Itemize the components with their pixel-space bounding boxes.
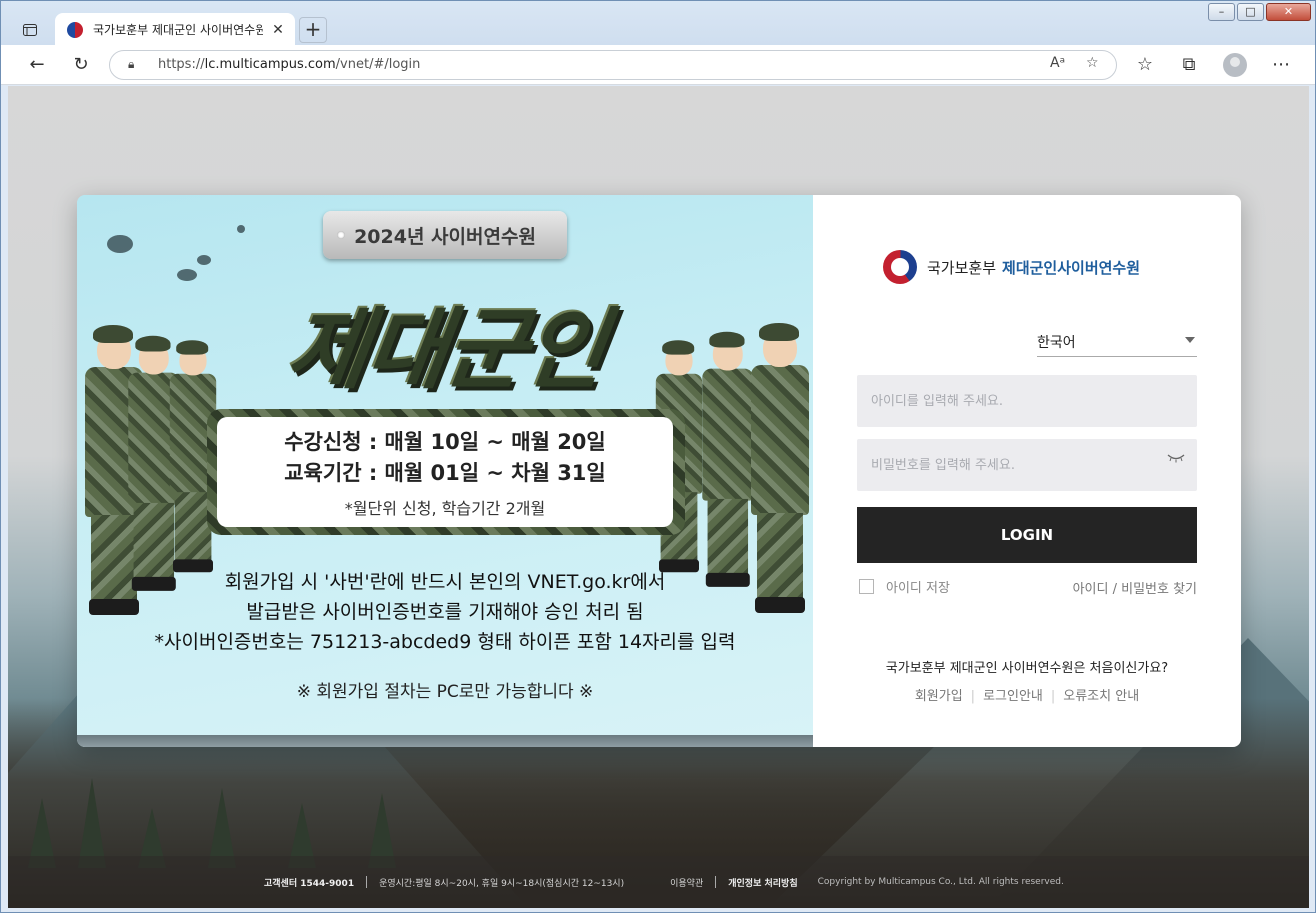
year-badge: 2024년 사이버연수원 [323, 211, 567, 259]
window-controls: – □ ✕ [1206, 3, 1311, 23]
remember-id[interactable]: 아이디 저장 [859, 577, 950, 596]
login-panel: 국가보훈부 제대군인사이버연수원 한국어 LOGIN [813, 195, 1241, 747]
schedule-note: *월단위 신청, 학습기간 2개월 [344, 499, 546, 518]
footer-divider [366, 876, 368, 888]
url-prefix: https:// [158, 57, 205, 72]
language-select[interactable]: 한국어 [1037, 329, 1197, 357]
minimize-button[interactable]: – [1208, 3, 1235, 21]
browser-window: 국가보훈부 제대군인 사이버연수원 ✕ + – □ ✕ ← ↻ 🔒︎ https… [0, 0, 1316, 913]
language-value: 한국어 [1037, 335, 1076, 351]
footer-divider [715, 876, 717, 888]
help-links: 회원가입 | 로그인안내 | 오류조치 안내 [813, 685, 1241, 704]
back-icon[interactable]: ← [23, 53, 51, 77]
new-tab-button[interactable]: + [299, 17, 327, 43]
lock-icon: 🔒︎ [128, 57, 135, 71]
banner-bottom-strip [77, 735, 813, 747]
signup-link[interactable]: 회원가입 [915, 685, 963, 704]
taegeuk-logo-icon [883, 250, 917, 284]
page-viewport: 2024년 사이버연수원 제대군인 수강신청 : 매월 10일 ~ 매월 20일… [8, 86, 1309, 908]
signup-notice: 회원가입 시 '사번'란에 반드시 본인의 VNET.go.kr에서 발급받은 … [117, 567, 773, 657]
password-input[interactable] [857, 439, 1197, 491]
eye-closed-icon[interactable] [1167, 453, 1185, 463]
terms-link[interactable]: 이용약관 [670, 876, 703, 889]
browser-tab[interactable]: 국가보훈부 제대군인 사이버연수원 ✕ [55, 13, 295, 46]
operating-hours: 운영시간:평일 8시~20시, 휴일 9시~18시(점심시간 12~13시) [379, 878, 625, 889]
taegeuk-favicon-icon [67, 21, 83, 38]
refresh-icon[interactable]: ↻ [67, 53, 95, 77]
logo-institute-text: 제대군인사이버연수원 [1002, 258, 1141, 277]
remember-id-checkbox[interactable] [859, 579, 874, 594]
tab-actions-icon[interactable] [15, 15, 45, 45]
notice-line: 발급받은 사이버인증번호를 기재해야 승인 처리 됨 [246, 601, 644, 623]
find-account-link[interactable]: 아이디 / 비밀번호 찾기 [1073, 578, 1197, 597]
paint-splat [107, 235, 133, 253]
caret-down-icon [1185, 337, 1195, 343]
url-host: lc.multicampus.com [204, 57, 336, 72]
link-separator: | [1050, 689, 1056, 704]
login-guide-link[interactable]: 로그인안내 [983, 685, 1043, 704]
tab-bar: 국가보훈부 제대군인 사이버연수원 ✕ + – □ ✕ [1, 1, 1315, 46]
institute-logo: 국가보훈부 제대군인사이버연수원 [883, 250, 1141, 284]
support-number: 고객센터 1544-9001 [264, 878, 355, 889]
read-aloud-icon[interactable]: Aᵃ [1050, 55, 1065, 71]
address-bar[interactable]: 🔒︎ https://lc.multicampus.com/vnet/#/log… [109, 50, 1117, 80]
collections-icon[interactable]: ⧉ [1175, 53, 1203, 77]
add-favorite-icon[interactable]: ☆ [1086, 55, 1099, 71]
id-input[interactable] [857, 375, 1197, 427]
registration-period: 수강신청 : 매월 10일 ~ 매월 20일 [284, 430, 606, 454]
page-footer: 고객센터 1544-9001 운영시간:평일 8시~20시, 휴일 9시~18시… [8, 856, 1309, 908]
banner-headline: 제대군인 [280, 298, 612, 401]
pc-only-notice: ※ 회원가입 절차는 PC로만 가능합니다 ※ [296, 682, 594, 702]
url-text: https://lc.multicampus.com/vnet/#/login [158, 57, 420, 72]
favorites-icon[interactable]: ☆ [1131, 53, 1159, 77]
error-guide-link[interactable]: 오류조치 안내 [1063, 685, 1139, 704]
login-card: 2024년 사이버연수원 제대군인 수강신청 : 매월 10일 ~ 매월 20일… [77, 195, 1241, 747]
logo-ministry-text: 국가보훈부 [927, 258, 997, 277]
notice-line: 회원가입 시 '사번'란에 반드시 본인의 VNET.go.kr에서 [224, 571, 666, 593]
schedule-box: 수강신청 : 매월 10일 ~ 매월 20일 교육기간 : 매월 01일 ~ 차… [217, 417, 673, 527]
window-close-button[interactable]: ✕ [1266, 3, 1311, 21]
link-separator: | [970, 689, 976, 704]
privacy-link[interactable]: 개인정보 처리방침 [728, 876, 797, 889]
tab-title: 국가보훈부 제대군인 사이버연수원 [93, 23, 263, 37]
login-button[interactable]: LOGIN [857, 507, 1197, 563]
first-time-question: 국가보훈부 제대군인 사이버연수원은 처음이신가요? [885, 661, 1169, 676]
copyright-text: Copyright by Multicampus Co., Ltd. All r… [817, 877, 1064, 887]
url-path: /vnet/#/login [335, 57, 421, 72]
tab-close-icon[interactable]: ✕ [269, 22, 287, 38]
maximize-button[interactable]: □ [1237, 3, 1264, 21]
remember-id-label: 아이디 저장 [886, 581, 950, 596]
paint-splat [237, 225, 245, 233]
tree [78, 778, 106, 868]
paint-splat [177, 269, 197, 281]
promo-banner: 2024년 사이버연수원 제대군인 수강신청 : 매월 10일 ~ 매월 20일… [77, 195, 813, 747]
notice-line: *사이버인증번호는 751213-abcded9 형태 하이픈 포함 14자리를… [154, 631, 736, 653]
profile-avatar[interactable] [1223, 53, 1247, 77]
browser-toolbar: ← ↻ 🔒︎ https://lc.multicampus.com/vnet/#… [1, 45, 1315, 85]
more-menu-icon[interactable]: ⋯ [1267, 53, 1295, 77]
paint-splat [197, 255, 211, 265]
education-period: 교육기간 : 매월 01일 ~ 차월 31일 [284, 461, 606, 485]
